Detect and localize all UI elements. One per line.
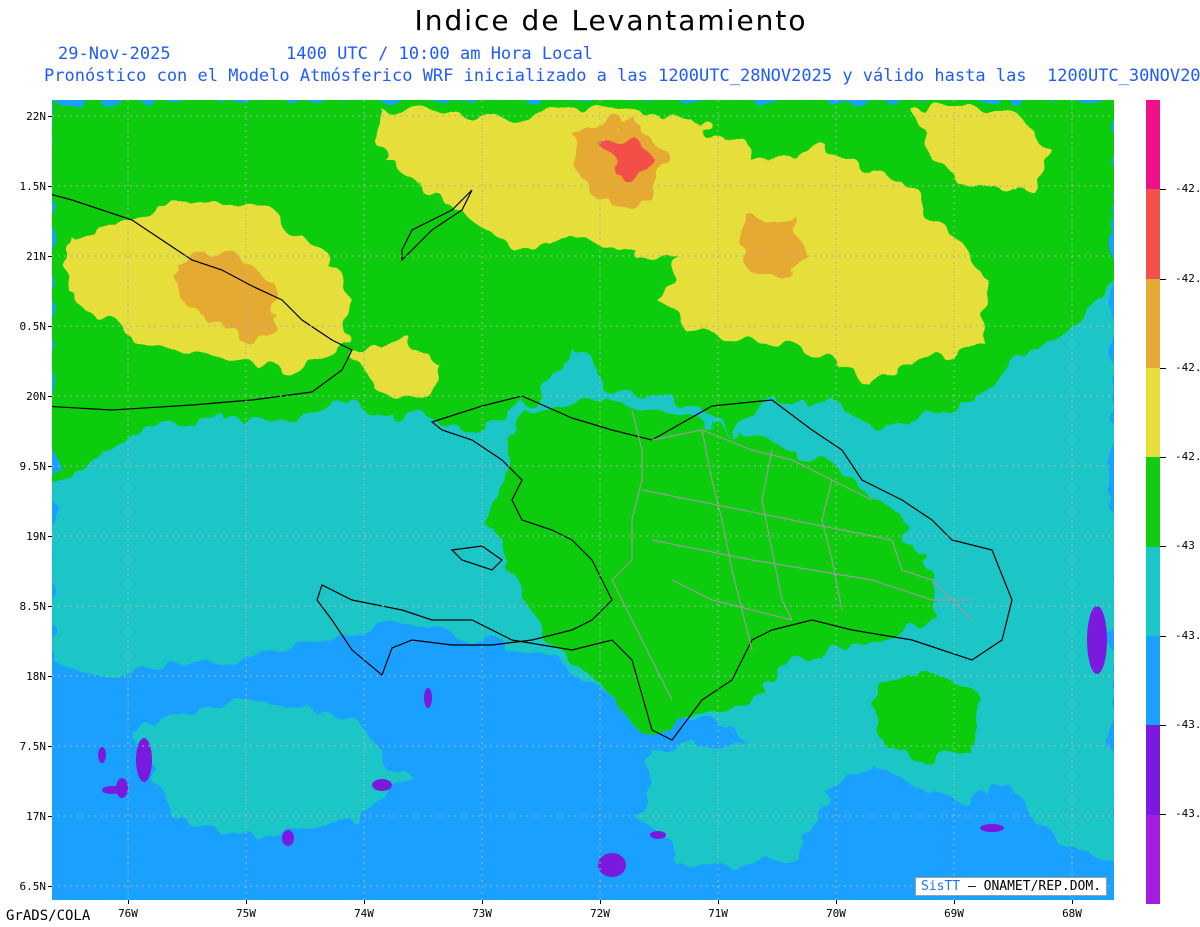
lat-label: 17N [26,810,46,823]
lon-label: 76W [118,907,138,920]
colorbar-label: -42.8 [1175,361,1200,374]
lat-label: 18N [26,670,46,683]
lon-label: 71W [708,907,728,920]
time-line: 1400 UTC / 10:00 am Hora Local [286,44,594,64]
lat-label: 6.5N [19,880,47,893]
colorbar-swatch [1146,100,1160,189]
lon-tick [482,900,483,904]
lat-tick [48,676,52,677]
lon-tick [246,900,247,904]
weather-map [52,100,1114,900]
colorbar-tick [1160,189,1166,190]
colorbar-label: -43.1 [1175,629,1200,642]
lat-tick [48,816,52,817]
lon-label: 69W [944,907,964,920]
colorbar-label: -42.9 [1175,450,1200,463]
lat-label: 22N [26,110,46,123]
credit-brand: SisTT [921,879,961,894]
lon-label: 75W [236,907,256,920]
lat-tick [48,326,52,327]
map-title: Indice de Levantamiento [414,4,808,37]
software-label: GrADS/COLA [6,908,91,924]
lat-label: 8.5N [19,600,47,613]
colorbar-label: -43 [1175,539,1195,552]
lat-label: 20N [26,390,46,403]
forecast-line: Pronóstico con el Modelo Atmósferico WRF… [44,66,1200,86]
colorbar-tick [1160,546,1166,547]
lat-label: 9.5N [19,460,47,473]
lon-label: 74W [354,907,374,920]
colorbar-tick [1160,457,1166,458]
colorbar-swatch [1146,815,1160,904]
lon-label: 72W [590,907,610,920]
lon-tick [718,900,719,904]
lat-tick [48,256,52,257]
colorbar-swatch [1146,368,1160,457]
lat-label: 21N [26,250,46,263]
date-line: 29-Nov-2025 [58,44,171,64]
colorbar-tick [1160,368,1166,369]
colorbar-label: -43.2 [1175,718,1200,731]
colorbar-swatch [1146,636,1160,725]
colorbar-swatch [1146,279,1160,368]
lat-tick [48,536,52,537]
colorbar [1146,100,1160,904]
lat-label: 1.5N [19,180,47,193]
lon-tick [1072,900,1073,904]
lon-label: 68W [1062,907,1082,920]
colorbar-swatch [1146,457,1160,547]
lat-tick [48,886,52,887]
credit-box: SisTT – ONAMET/REP.DOM. [915,877,1108,896]
lon-tick [128,900,129,904]
colorbar-tick [1160,636,1166,637]
lat-tick [48,396,52,397]
lat-label: 7.5N [19,740,47,753]
lat-tick [48,466,52,467]
lon-label: 73W [472,907,492,920]
colorbar-tick [1160,279,1166,280]
lat-tick [48,606,52,607]
lat-tick [48,186,52,187]
colorbar-swatch [1146,189,1160,279]
lon-tick [364,900,365,904]
lat-tick [48,116,52,117]
lon-tick [836,900,837,904]
lat-label: 19N [26,530,46,543]
colorbar-tick [1160,725,1166,726]
colorbar-label: -43.3 [1175,807,1200,820]
colorbar-label: -42.7 [1175,272,1200,285]
lat-label: 0.5N [19,320,47,333]
lon-tick [954,900,955,904]
lat-tick [48,746,52,747]
lon-tick [600,900,601,904]
colorbar-swatch [1146,725,1160,815]
colorbar-swatch [1146,547,1160,636]
credit-text: – ONAMET/REP.DOM. [960,879,1102,894]
colorbar-tick [1160,814,1166,815]
lon-label: 70W [826,907,846,920]
colorbar-label: -42.6 [1175,182,1200,195]
